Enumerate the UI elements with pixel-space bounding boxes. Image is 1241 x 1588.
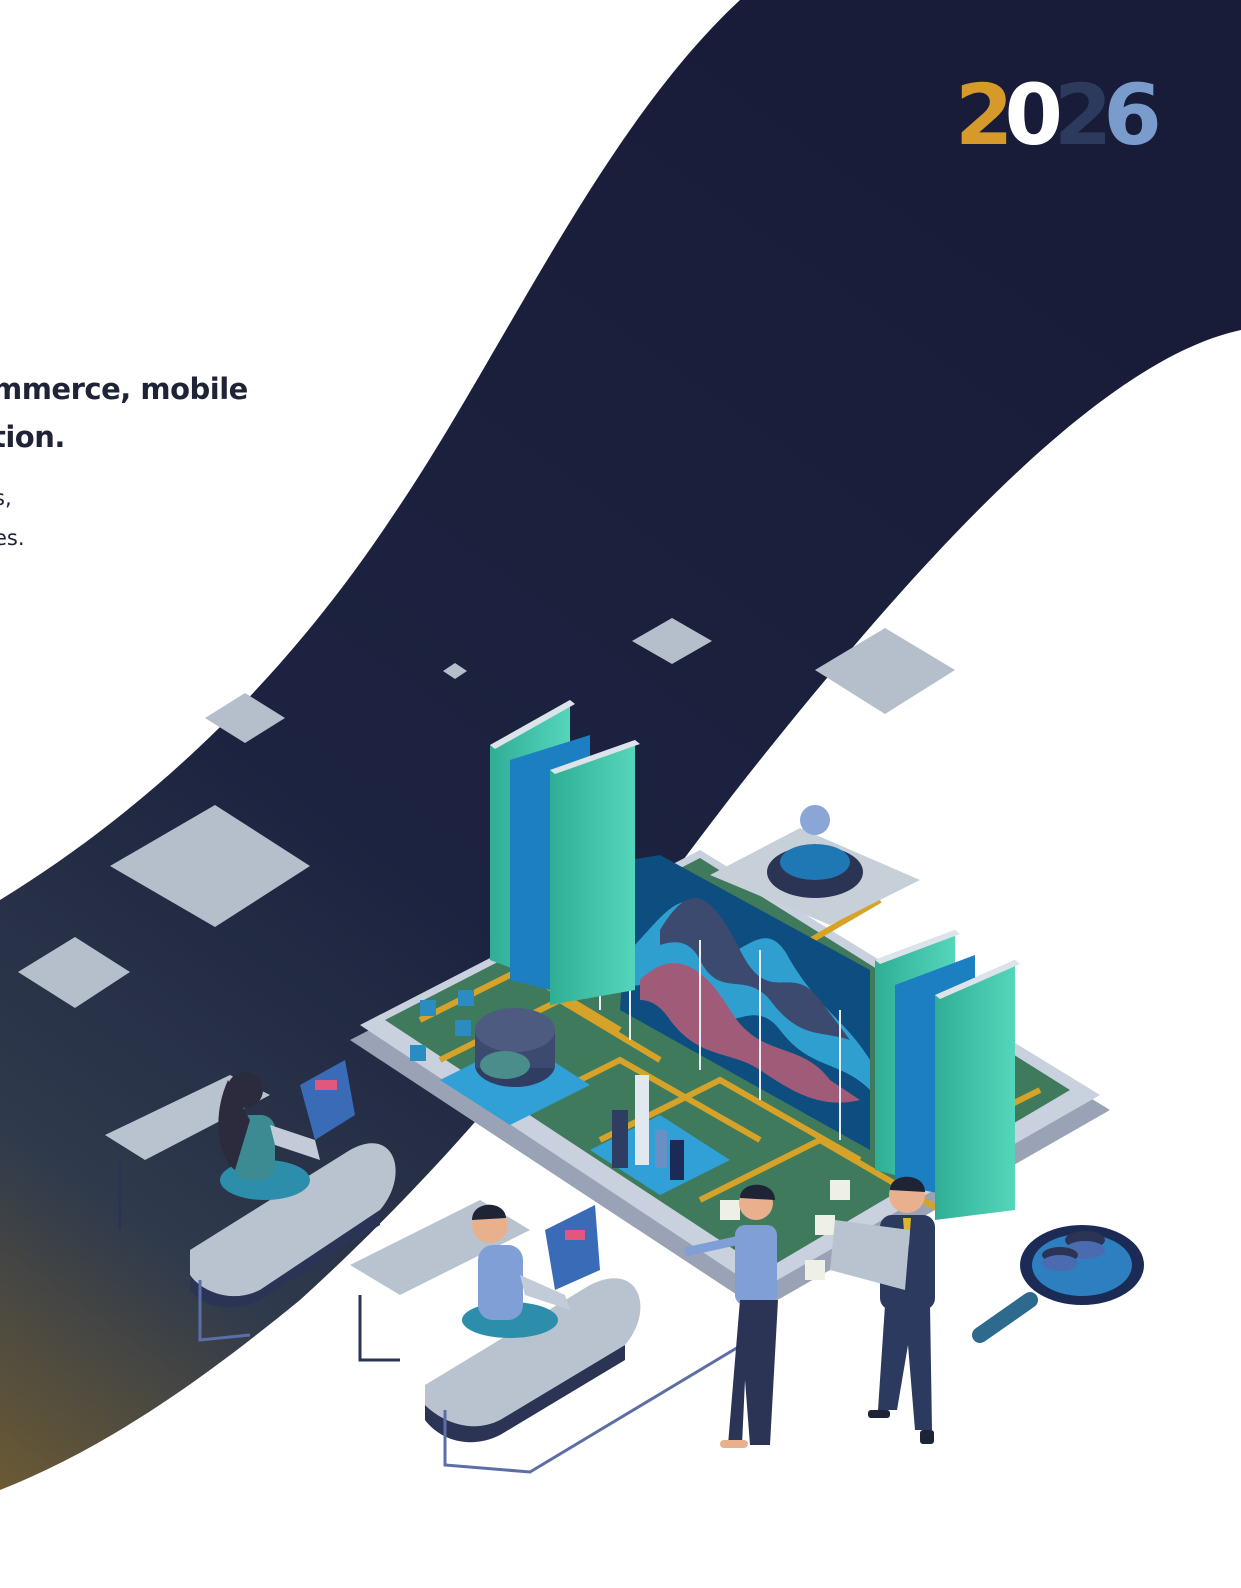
body-line-2: es. bbox=[0, 526, 25, 550]
year-digit-3: 2 bbox=[1053, 66, 1113, 164]
headline-line-2: tion. bbox=[0, 420, 65, 454]
server-tower-right bbox=[875, 930, 1020, 1220]
year-digit-2: 0 bbox=[1004, 66, 1063, 164]
magnifier-coins-icon bbox=[972, 1225, 1144, 1343]
hero-illustration bbox=[0, 0, 1241, 1490]
headline-line-1: mmerce, mobile bbox=[0, 372, 248, 406]
year-digit-1: 2 bbox=[955, 66, 1014, 164]
year-digit-4: 6 bbox=[1103, 66, 1162, 164]
body-copy: s, es. bbox=[0, 478, 25, 558]
body-line-1: s, bbox=[0, 486, 12, 510]
year-logo: 2026 bbox=[955, 66, 1162, 164]
headline: mmerce, mobile tion. bbox=[0, 365, 248, 461]
